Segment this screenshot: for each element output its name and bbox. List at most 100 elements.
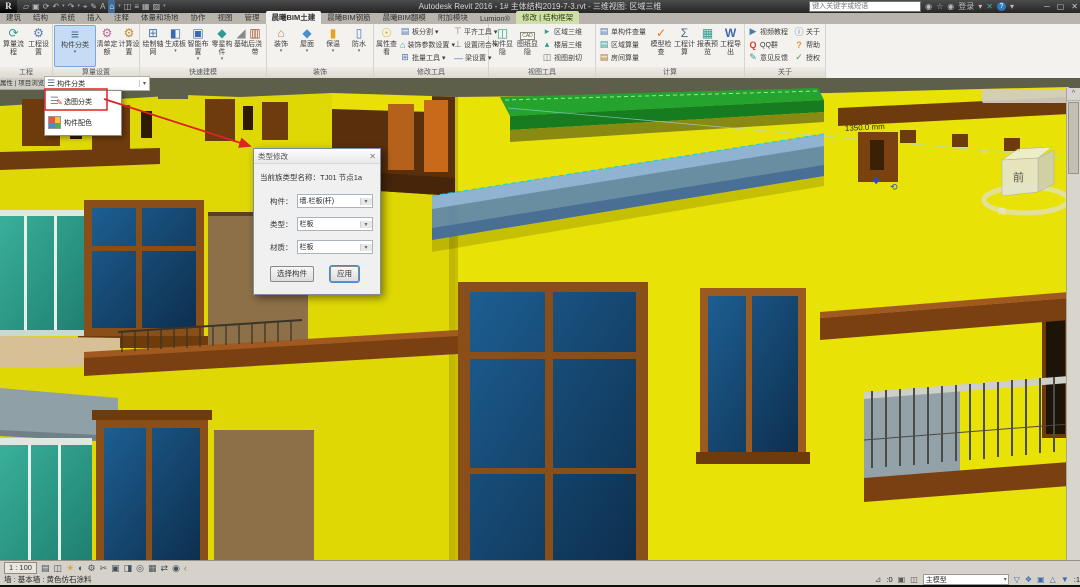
project-settings-button[interactable]: ⚙ 工程设置	[26, 25, 51, 67]
render-icon[interactable]: ⚙	[87, 562, 95, 574]
tab-systems[interactable]: 系统	[54, 11, 81, 24]
vertical-scrollbar[interactable]: ^	[1066, 88, 1080, 560]
license-button[interactable]: ✓授权	[792, 51, 822, 64]
component-classification-split-button[interactable]: ☰ 构件分类 ▾	[44, 76, 150, 91]
selection-filter-icon[interactable]: ▼	[1061, 575, 1069, 584]
sun-path-icon[interactable]: ☀	[66, 562, 74, 574]
chevron-down-icon[interactable]: ▾	[978, 2, 982, 11]
floor-3d-button[interactable]: ▴楼层三维	[540, 38, 592, 51]
insulation-button[interactable]: ▮ 保温 ▾	[320, 25, 346, 67]
post-cast-strip-button[interactable]: ▥ 后浇带	[248, 25, 262, 67]
single-component-quantity-button[interactable]: ▤单构件查量	[597, 25, 649, 38]
roof-button[interactable]: ◆ 屋面 ▾	[294, 25, 320, 67]
project-calculation-button[interactable]: Σ 工程计算	[673, 25, 696, 67]
type-select[interactable]: 栏板 ▾	[297, 217, 373, 231]
set-closure-button[interactable]: ⊥设置闭合▾	[452, 38, 488, 51]
scrollbar-thumb[interactable]	[1068, 102, 1079, 174]
help-icon[interactable]: ?	[997, 2, 1006, 11]
foundation-button[interactable]: ◢ 基础	[234, 25, 248, 67]
tab-chenxi-bim-rebar[interactable]: 晨曦BIM钢筋	[321, 11, 376, 24]
video-tutorial-button[interactable]: ▶视频教程	[746, 25, 792, 38]
tab-collaborate[interactable]: 协作	[185, 11, 212, 24]
tab-chenxi-bim-model[interactable]: 晨曦BIM翻模	[377, 11, 432, 24]
chevron-down-icon[interactable]: ▾	[360, 221, 372, 228]
minimize-button[interactable]: ─	[1044, 0, 1050, 13]
material-select[interactable]: 栏板 ▾	[297, 240, 373, 254]
viewport-canvas[interactable]: 1350.0 mm ✥ ⟲ ✛	[0, 78, 1080, 560]
batch-tools-button[interactable]: ⊞批量工具▾	[398, 51, 452, 64]
feedback-button[interactable]: ✎意见反馈	[746, 51, 792, 64]
component-classification-button[interactable]: ≡ 构件分类 ▾	[54, 25, 96, 67]
quantity-workflow-button[interactable]: ⟳ 算量流程	[1, 25, 26, 67]
qq-group-button[interactable]: QQQ群	[746, 38, 792, 51]
tab-architecture[interactable]: 建筑	[0, 11, 27, 24]
tab-chenxi-bim-civil[interactable]: 晨曦BIM土建	[266, 11, 322, 24]
favorites-star-icon[interactable]: ☆	[936, 2, 943, 11]
dialog-close-icon[interactable]: ✕	[369, 152, 376, 161]
signin-person-icon[interactable]: ◉	[947, 2, 954, 11]
decoration-params-button[interactable]: ⌂装饰参数设置▾	[398, 38, 452, 51]
worksets-icon[interactable]: ▣	[898, 575, 906, 584]
tab-structure[interactable]: 结构	[27, 11, 54, 24]
generate-slab-button[interactable]: ◧ 生成板 ▾	[165, 25, 186, 67]
chevron-down-icon[interactable]: ▾	[1010, 2, 1014, 11]
search-icon[interactable]: ◉	[925, 2, 932, 11]
beam-settings-button[interactable]: ―梁设置▾	[452, 51, 488, 64]
signin-label[interactable]: 登录	[958, 2, 974, 11]
crop-view-icon[interactable]: ✂	[100, 562, 108, 574]
draw-grid-button[interactable]: ⊞ 绘制轴网	[141, 25, 165, 67]
scroll-up-arrow-icon[interactable]: ^	[1067, 88, 1080, 101]
collapse-icon[interactable]: ‹	[184, 562, 187, 574]
move-gizmo-icon[interactable]: ✥	[872, 176, 880, 187]
model-check-button[interactable]: ✓ 模型检查	[649, 25, 673, 67]
worksharing-display-icon[interactable]: ⇄	[161, 562, 169, 574]
chevron-down-icon[interactable]: ▾	[139, 80, 149, 87]
select-component-button[interactable]: 选择构件	[270, 266, 314, 282]
drawing-visibility-button[interactable]: CAD 图纸显隐	[515, 25, 540, 67]
decoration-button[interactable]: ⌂ 装饰 ▾	[268, 25, 294, 67]
search-input[interactable]	[809, 1, 921, 12]
tab-view[interactable]: 视图	[212, 11, 239, 24]
apply-button[interactable]: 应用	[330, 266, 359, 282]
show-crop-icon[interactable]: ▣	[111, 562, 120, 574]
chevron-down-icon[interactable]: ▾	[1004, 576, 1008, 583]
slab-split-button[interactable]: ▤板分割▾	[398, 25, 452, 38]
detail-level-icon[interactable]: ▤	[41, 562, 50, 574]
dialog-title-bar[interactable]: 类型修改 ✕	[254, 149, 380, 164]
region-quantity-button[interactable]: ▤区域算量	[597, 38, 649, 51]
maximize-button[interactable]: ▢	[1057, 0, 1065, 13]
menu-item-component-coloring[interactable]: 构件配色	[45, 112, 121, 133]
reveal-hidden-icon[interactable]: ▦	[148, 562, 157, 574]
tab-insert[interactable]: 插入	[81, 11, 108, 24]
exclude-options-icon[interactable]: ▽	[1014, 575, 1020, 584]
design-options-icon[interactable]: ◫	[910, 575, 918, 584]
lock-view-icon[interactable]: ◨	[124, 562, 133, 574]
tab-manage[interactable]: 管理	[239, 11, 266, 24]
report-preview-button[interactable]: ▦ 报表预览	[696, 25, 719, 67]
close-button[interactable]: ✕	[1071, 0, 1078, 13]
select-pinned-icon[interactable]: △	[1050, 575, 1056, 584]
misc-component-button[interactable]: ◆ 零星构件 ▾	[210, 25, 234, 67]
help-button[interactable]: ?帮助	[792, 38, 822, 51]
align-tools-button[interactable]: ⊤平齐工具▾	[452, 25, 488, 38]
tab-massing-site[interactable]: 体量和场地	[135, 11, 185, 24]
smart-layout-button[interactable]: ▣ 智能布置 ▾	[186, 25, 210, 67]
room-quantity-button[interactable]: ▤房间算量	[597, 51, 649, 64]
select-underlay-icon[interactable]: ▣	[1037, 575, 1045, 584]
viewcube-home-icon[interactable]: ⌂	[982, 146, 987, 156]
exchange-apps-icon[interactable]: ✕	[986, 2, 993, 11]
temporary-isolate-icon[interactable]: ◎	[136, 562, 144, 574]
project-export-button[interactable]: W 工程导出	[719, 25, 742, 67]
editing-requests-icon[interactable]: ⊿	[875, 575, 882, 584]
active-workset-select[interactable]: 主模型 ▾	[923, 574, 1009, 585]
property-view-button[interactable]: ☉ 属性查看	[375, 25, 398, 67]
visual-style-icon[interactable]: ◫	[53, 562, 62, 574]
menu-item-select-drawing-classification[interactable]: ☰✎ 选图分类	[45, 91, 121, 112]
chevron-down-icon[interactable]: ▾	[360, 198, 372, 205]
view-section-button[interactable]: ◫视图剖切	[540, 51, 592, 64]
rotate-gizmo-icon[interactable]: ⟲	[890, 182, 898, 192]
select-links-icon[interactable]: ❖	[1025, 575, 1032, 584]
temporary-view-properties-icon[interactable]: ◉	[172, 562, 180, 574]
component-visibility-button[interactable]: ◫ 构件显隐	[490, 25, 515, 67]
tab-modify-structural-framing[interactable]: 修改 | 结构框架	[516, 11, 579, 24]
